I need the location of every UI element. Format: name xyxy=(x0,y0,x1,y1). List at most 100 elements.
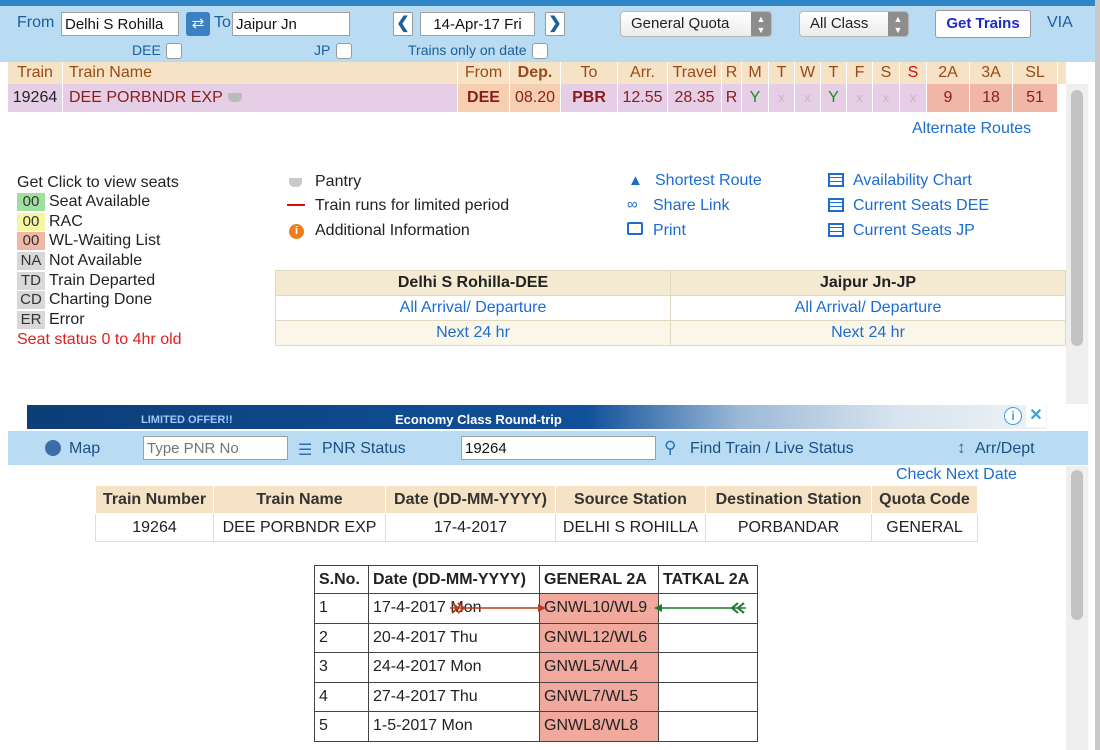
shortest-route-link[interactable]: Shortest Route xyxy=(655,172,762,190)
avail-general-2a[interactable]: GNWL7/WL5 xyxy=(539,681,659,712)
ad-close-icon[interactable]: ✕ xyxy=(1026,405,1046,427)
next-date-button[interactable]: ❯ xyxy=(545,12,565,36)
date-input[interactable] xyxy=(420,12,535,36)
avail-date: 27-4-2017 Thu xyxy=(368,681,540,712)
print-link[interactable]: Print xyxy=(653,222,686,240)
from-code-label: DEE xyxy=(132,42,161,58)
select-arrows-icon: ▲ ▼ xyxy=(888,12,908,36)
prev-date-button[interactable]: ❮ xyxy=(393,12,413,36)
day-wed: x xyxy=(795,84,821,112)
col-2a: 2A xyxy=(927,62,970,84)
left-next24-link[interactable]: Next 24 hr xyxy=(275,320,671,346)
details-train-number: 19264 xyxy=(95,513,214,542)
ad-info-icon[interactable]: i xyxy=(1004,407,1022,425)
details-source: DELHI S ROHILLA xyxy=(555,513,706,542)
avail-general-2a[interactable]: GNWL8/WL8 xyxy=(539,711,659,742)
ad-center-text: Economy Class Round-trip xyxy=(395,412,562,427)
right-next24-link[interactable]: Next 24 hr xyxy=(670,320,1066,346)
avail-sno: 5 xyxy=(314,711,369,742)
legend-train-departed: TD Train Departed xyxy=(17,271,155,291)
check-next-date-link[interactable]: Check Next Date xyxy=(896,466,1017,484)
left-arrdep-link[interactable]: All Arrival/ Departure xyxy=(275,295,671,321)
upper-scrollbar-thumb[interactable] xyxy=(1071,90,1083,346)
details-train-name: DEE PORBNDR EXP xyxy=(213,513,386,542)
green-arrowhead-icon xyxy=(654,604,662,612)
avail-date: 1-5-2017 Mon xyxy=(368,711,540,742)
swap-icon[interactable]: ⇄ xyxy=(186,12,210,36)
day-fri: x xyxy=(847,84,873,112)
quota-select[interactable]: General Quota ▲ ▼ xyxy=(620,11,772,37)
legend-title: Get Click to view seats xyxy=(17,174,179,191)
legend-code: ER xyxy=(17,311,45,329)
col-arr: Arr. xyxy=(618,62,668,84)
col-sat: S xyxy=(873,62,900,84)
window-edge xyxy=(1095,0,1100,750)
avail-header: GENERAL 2A xyxy=(539,565,659,594)
train-to: PBR xyxy=(561,84,618,112)
seats-3a[interactable]: 18 xyxy=(970,84,1013,112)
col-3a: 3A xyxy=(970,62,1013,84)
avail-general-2a[interactable]: GNWL5/WL4 xyxy=(539,652,659,683)
get-trains-button[interactable]: Get Trains xyxy=(935,10,1031,38)
avail-tatkal-2a xyxy=(658,681,758,712)
additional-info-label[interactable]: Additional Information xyxy=(315,222,470,240)
lower-scrollbar-thumb[interactable] xyxy=(1071,470,1083,620)
trains-only-label: Trains only on date xyxy=(408,42,527,58)
details-header: Destination Station xyxy=(705,485,872,514)
avail-general-2a[interactable]: GNWL12/WL6 xyxy=(539,622,659,653)
availability-chart-link[interactable]: Availability Chart xyxy=(853,172,972,190)
seats-sl[interactable]: 51 xyxy=(1013,84,1058,112)
avail-row: 2 20-4-2017 Thu GNWL12/WL6 xyxy=(314,622,758,653)
avail-header: Date (DD-MM-YYYY) xyxy=(368,565,540,594)
details-header: Quota Code xyxy=(871,485,978,514)
current-seats-dee-link[interactable]: Current Seats DEE xyxy=(853,197,989,215)
seats-2a[interactable]: 9 xyxy=(927,84,970,112)
trains-only-checkbox[interactable] xyxy=(532,43,548,59)
right-arrdep-link[interactable]: All Arrival/ Departure xyxy=(670,295,1066,321)
arrdept-button[interactable]: Arr/Dept xyxy=(975,440,1035,458)
col-train-name: Train Name xyxy=(63,62,458,84)
legend-code: NA xyxy=(17,252,45,270)
legend-code: CD xyxy=(17,291,45,309)
current-seats-jp-link[interactable]: Current Seats JP xyxy=(853,222,975,240)
legend-label: WL-Waiting List xyxy=(49,232,161,249)
details-destination: PORBANDAR xyxy=(705,513,872,542)
legend-code: 00 xyxy=(17,213,45,231)
table-icon xyxy=(828,223,844,237)
class-select[interactable]: All Class ▲ ▼ xyxy=(799,11,909,37)
legend-code: 00 xyxy=(17,232,45,250)
road-icon: ▲ xyxy=(628,172,643,189)
legend-label: Seat Available xyxy=(49,193,151,210)
pnr-status-button[interactable]: PNR Status xyxy=(322,440,406,458)
avail-row: 3 24-4-2017 Mon GNWL5/WL4 xyxy=(314,652,758,683)
to-code-checkbox[interactable] xyxy=(336,43,352,59)
train-details-table: Train Number Train Name Date (DD-MM-YYYY… xyxy=(95,485,978,542)
avail-tatkal-2a xyxy=(658,711,758,742)
pnr-input[interactable] xyxy=(143,436,288,460)
legend-not-available: NA Not Available xyxy=(17,251,142,271)
seat-status-note: Seat status 0 to 4hr old xyxy=(17,331,182,348)
train-search-input[interactable] xyxy=(461,436,656,460)
via-link[interactable]: VIA xyxy=(1047,14,1073,32)
left-station-title: Delhi S Rohilla-DEE xyxy=(275,270,671,296)
ad-banner[interactable]: LIMITED OFFER!! Economy Class Round-trip… xyxy=(27,405,1047,429)
from-station-input[interactable] xyxy=(61,12,179,36)
legend-label: RAC xyxy=(49,213,83,230)
quota-select-value: General Quota xyxy=(631,15,730,32)
col-to: To xyxy=(561,62,618,84)
from-code-checkbox[interactable] xyxy=(166,43,182,59)
find-train-button[interactable]: Find Train / Live Status xyxy=(690,440,854,458)
train-name: DEE PORBNDR EXP xyxy=(69,89,223,106)
train-name-cell[interactable]: DEE PORBNDR EXP xyxy=(63,84,458,112)
avail-sno: 4 xyxy=(314,681,369,712)
map-link[interactable]: Map xyxy=(69,440,100,458)
alternate-routes-link[interactable]: Alternate Routes xyxy=(912,120,1031,138)
to-label: To xyxy=(214,14,231,31)
to-station-input[interactable] xyxy=(232,12,350,36)
day-mon: Y xyxy=(742,84,769,112)
from-label: From xyxy=(17,14,55,31)
pantry-label: Pantry xyxy=(315,173,362,190)
train-arr: 12.55 xyxy=(618,84,668,112)
ad-left-text: LIMITED OFFER!! xyxy=(141,414,233,426)
share-link[interactable]: Share Link xyxy=(653,197,730,215)
